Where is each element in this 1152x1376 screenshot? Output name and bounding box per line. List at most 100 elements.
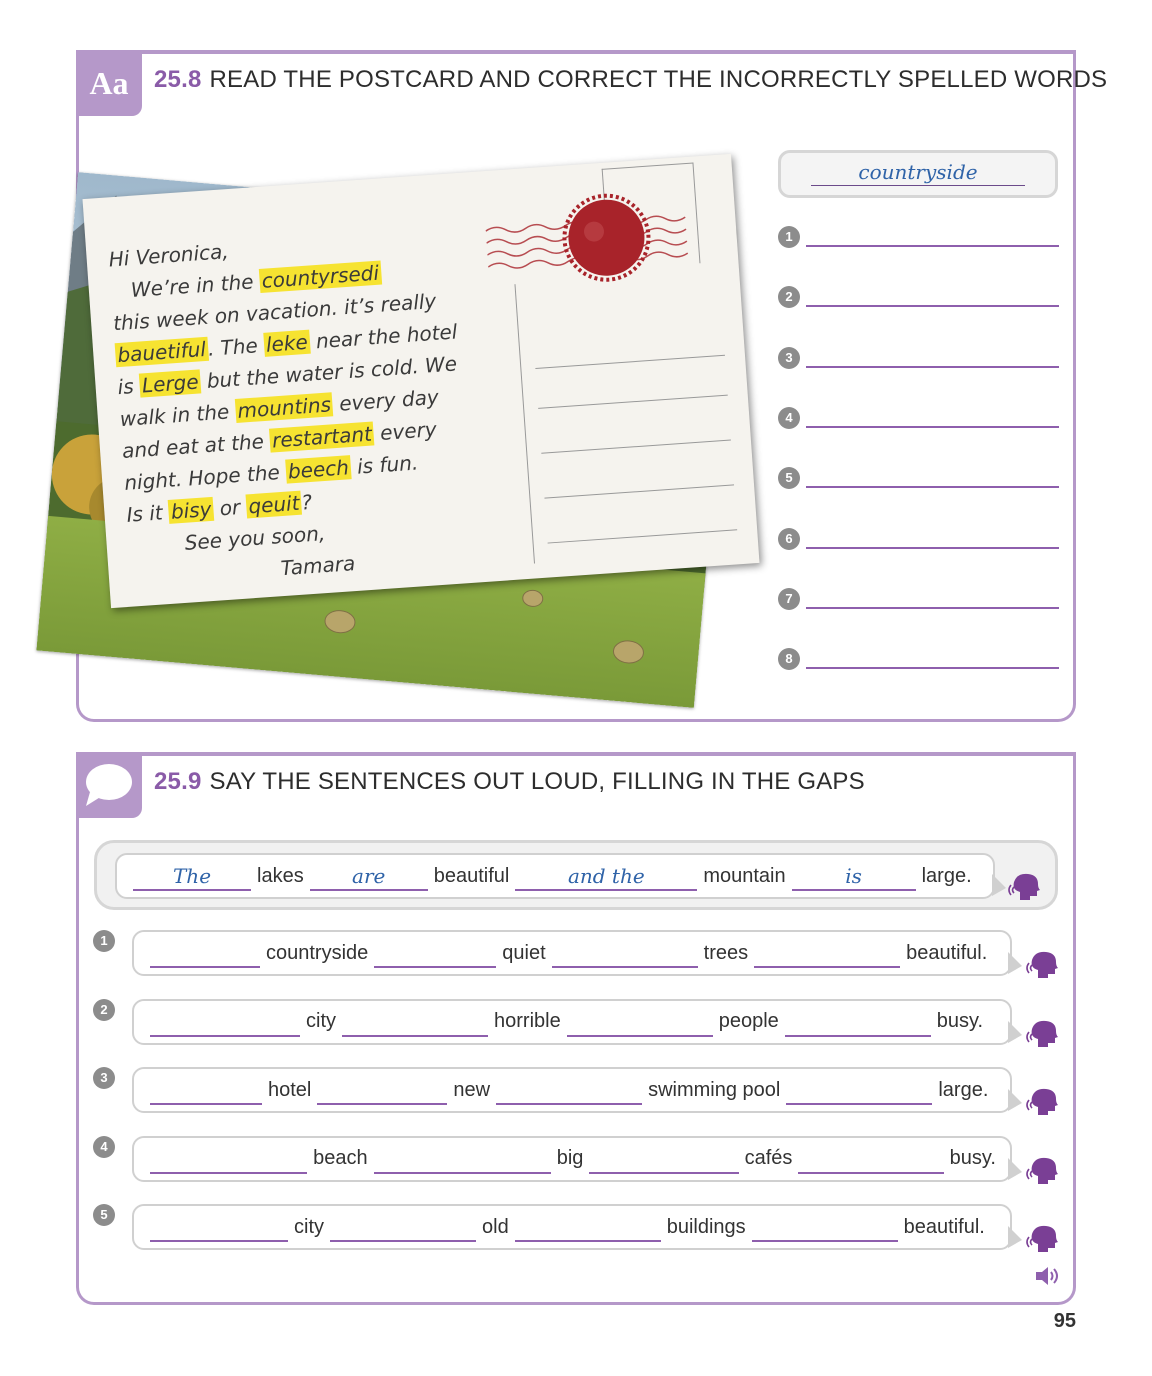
postmark-stamp-icon [485,193,689,282]
postcard-text: every [372,417,438,446]
answer-number: 7 [778,587,800,610]
blank-gap[interactable] [374,942,497,968]
blank-gap[interactable] [150,1079,262,1106]
answer-line[interactable] [806,486,1059,489]
sentence-word: beach [313,1147,368,1170]
sentence-row: hotel new swimming pool large. [132,1067,1012,1114]
blank-gap[interactable] [150,1148,308,1174]
answer-line[interactable] [806,546,1059,549]
sentence-word: countryside [266,941,369,964]
misspelled-word: leke [263,329,311,357]
blank-gap[interactable] [786,1079,933,1106]
sentence-word: beautiful. [903,1215,985,1238]
sentence-row: beach big cafés busy. [132,1135,1012,1182]
bubble-tail [1008,1020,1022,1043]
blank-gap[interactable] [754,942,901,968]
blank-gap[interactable] [342,1011,488,1037]
sentence-word: city [306,1010,336,1033]
postcard-text: We’re in the [130,269,261,302]
sentence-text: beach big cafés busy. [150,1138,996,1180]
answer-line[interactable] [806,667,1059,670]
blank-gap[interactable] [551,942,698,968]
postcard-divider [514,284,536,564]
answer-line[interactable] [806,305,1059,308]
example-sentence-box: The lakes are beautiful and the mountain is lar… [94,840,1058,910]
exercise-heading: 25.8 READ THE POSTCARD AND CORRECT THE IN… [154,66,1107,94]
blank-gap[interactable] [514,1216,661,1243]
sentence-word: quiet [502,941,546,964]
postcard-text: every day [332,384,440,417]
blank-gap[interactable] [784,1011,931,1037]
speaking-head-icon[interactable] [1026,1087,1060,1122]
exercise-title: READ THE POSTCARD AND CORRECT THE INCORR… [209,66,1108,93]
misspelled-word: beech [285,455,352,484]
example-answer: countryside [811,159,1025,186]
gap-answer: and the [567,864,645,888]
postcard-text: Is it [125,499,170,527]
answer-number: 3 [778,346,800,369]
answer-number: 6 [778,527,800,550]
postcard-text: is [116,373,141,400]
blank-gap[interactable] [330,1216,476,1243]
aa-badge-icon: Aa [76,50,142,116]
address-line [538,394,728,409]
sentence-word: large. [921,864,972,887]
postcard: Hi Veronica, We’re in the countyrsedi thi… [82,153,760,609]
postcard-message: Hi Veronica, We’re in the countyrsedi thi… [108,217,512,595]
gap-answer: are [352,864,386,888]
sentence-row: countryside quiet trees beautiful. [132,930,1012,976]
address-line [544,484,735,499]
answer-line[interactable] [806,425,1059,428]
answer-number: 8 [778,648,800,671]
sentence-number: 1 [93,930,115,952]
blank-gap[interactable] [150,1216,288,1243]
sentence-text: city old buildings beautiful. [150,1206,996,1248]
speaking-head-icon[interactable] [1008,872,1042,907]
sentence-word: cafés [744,1147,793,1170]
bubble-tail [1008,952,1022,974]
postcard-text: ? [300,489,313,515]
exercise-title: SAY THE SENTENCES OUT LOUD, FILLING IN T… [209,768,865,795]
answer-line[interactable] [806,365,1059,368]
speaking-head-icon[interactable] [1026,1019,1060,1054]
sentence-word: busy. [949,1147,996,1170]
exercise-heading: 25.9 SAY THE SENTENCES OUT LOUD, FILLING … [154,768,865,796]
blank-gap[interactable] [751,1216,898,1243]
speaking-head-icon[interactable] [1026,1156,1060,1191]
blank-gap[interactable] [589,1148,739,1174]
sentence-word: new [453,1078,491,1101]
page-number: 95 [1053,1310,1076,1332]
blank-gap[interactable] [496,1079,643,1106]
speaking-head-icon[interactable] [1026,1224,1060,1259]
postcard-text: walk in the [119,399,237,432]
exercise-number: 25.8 [154,66,202,93]
sentence-word: large. [938,1078,989,1101]
answer-line[interactable] [806,245,1059,247]
sentence-word: swimming pool [648,1078,781,1101]
sentence-number: 2 [93,998,115,1021]
sentence-word: busy. [936,1010,984,1033]
speaker-icon[interactable] [1034,1264,1062,1293]
bubble-tail [1008,1089,1022,1112]
postcard-text: is fun. [349,450,419,480]
sentence-text: hotel new swimming pool large. [150,1069,996,1111]
blank-gap[interactable] [373,1148,551,1174]
sentence-word: old [482,1215,509,1238]
answer-line[interactable] [806,606,1059,609]
sentence-text: city horrible people busy. [150,1001,996,1043]
misspelled-word: bauetiful [114,336,209,368]
sentence-number: 4 [93,1135,115,1158]
sentence-word: trees [703,941,749,964]
speaking-head-icon[interactable] [1026,950,1060,985]
sentence-word: city [294,1215,324,1238]
blank-gap[interactable] [150,1011,300,1037]
blank-gap[interactable] [317,1079,448,1106]
filled-gap: are [309,864,428,891]
blank-gap[interactable] [566,1011,713,1037]
address-line [547,529,738,544]
blank-gap[interactable] [150,942,260,968]
sentence-word: big [556,1147,584,1170]
filled-gap: is [791,865,916,891]
blank-gap[interactable] [798,1148,944,1174]
example-answer-box: countryside [778,150,1058,198]
